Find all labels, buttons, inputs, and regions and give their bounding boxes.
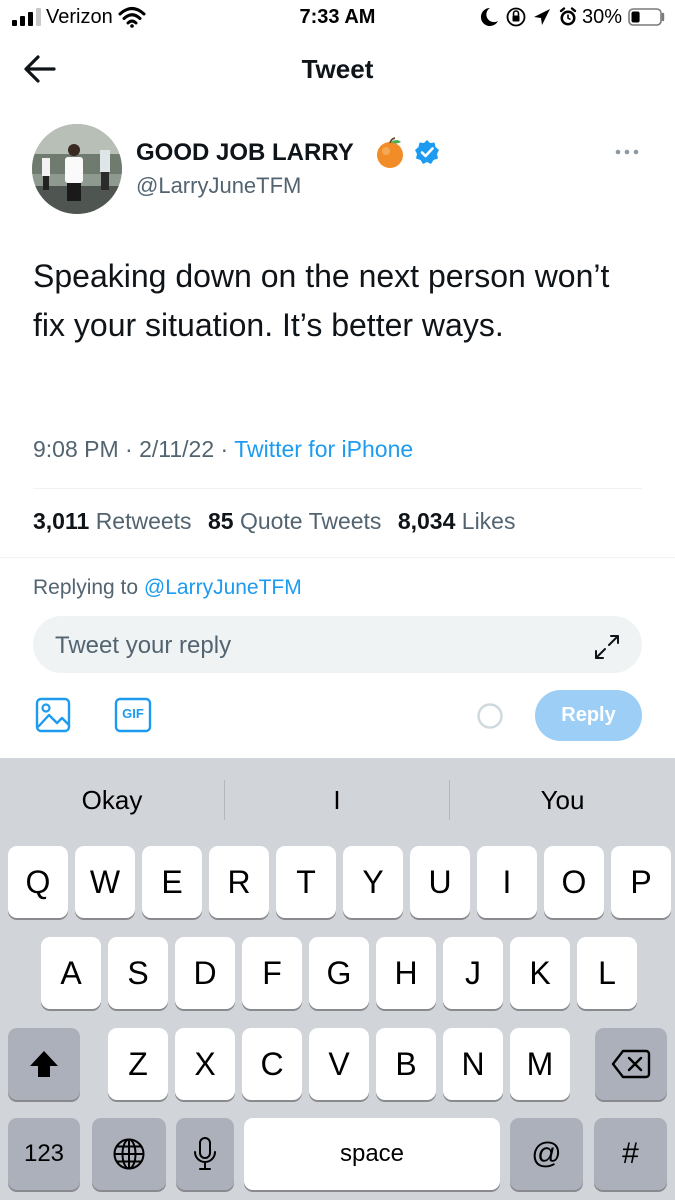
verified-badge-icon — [415, 140, 439, 164]
tweet-source-link[interactable]: Twitter for iPhone — [234, 436, 413, 462]
prediction-3[interactable]: You — [450, 758, 675, 842]
display-name[interactable]: GOOD JOB LARRY — [136, 139, 354, 167]
replying-to-mention[interactable]: @LarryJuneTFM — [144, 576, 302, 599]
microphone-icon — [194, 1137, 216, 1170]
expand-icon[interactable] — [592, 632, 622, 662]
key-z[interactable]: Z — [108, 1028, 168, 1100]
gif-button[interactable]: GIF — [114, 697, 152, 733]
key-l[interactable]: L — [577, 937, 637, 1009]
shift-key[interactable] — [8, 1028, 80, 1100]
space-key[interactable]: space — [244, 1118, 500, 1190]
key-d[interactable]: D — [175, 937, 235, 1009]
numbers-key[interactable]: 123 — [8, 1118, 80, 1190]
status-bar: Verizon 7:33 AM 30% — [0, 0, 675, 36]
key-x[interactable]: X — [175, 1028, 235, 1100]
character-count-ring-icon — [477, 703, 503, 729]
key-q[interactable]: Q — [8, 846, 68, 918]
key-k[interactable]: K — [510, 937, 570, 1009]
key-v[interactable]: V — [309, 1028, 369, 1100]
key-o[interactable]: O — [544, 846, 604, 918]
key-s[interactable]: S — [108, 937, 168, 1009]
user-handle[interactable]: @LarryJuneTFM — [136, 173, 301, 199]
reply-input-container[interactable] — [33, 616, 642, 675]
key-u[interactable]: U — [410, 846, 470, 918]
alarm-icon — [559, 7, 577, 26]
delete-key[interactable] — [595, 1028, 667, 1100]
globe-key[interactable] — [92, 1118, 166, 1190]
separator: · — [220, 436, 229, 462]
key-p[interactable]: P — [611, 846, 671, 918]
key-g[interactable]: G — [309, 937, 369, 1009]
key-y[interactable]: Y — [343, 846, 403, 918]
status-icons — [480, 7, 577, 27]
battery-icon — [628, 8, 665, 26]
replying-to-label: Replying to @LarryJuneTFM — [33, 576, 302, 599]
orange-emoji-icon — [377, 137, 403, 168]
key-b[interactable]: B — [376, 1028, 436, 1100]
reply-input[interactable] — [53, 616, 577, 675]
key-j[interactable]: J — [443, 937, 503, 1009]
tweet-time: 9:08 PM — [33, 436, 119, 462]
predictive-text-bar: Okay I You — [0, 758, 675, 842]
image-icon[interactable] — [35, 697, 71, 733]
prediction-1[interactable]: Okay — [0, 758, 224, 842]
tweet-text: Speaking down on the next person won’t f… — [33, 258, 610, 343]
key-a[interactable]: A — [41, 937, 101, 1009]
tweet-date: 2/11/22 — [139, 436, 215, 462]
key-e[interactable]: E — [142, 846, 202, 918]
at-key[interactable]: @ — [510, 1118, 583, 1190]
key-n[interactable]: N — [443, 1028, 503, 1100]
quote-tweets-stat[interactable]: 85 Quote Tweets — [208, 508, 381, 534]
key-i[interactable]: I — [477, 846, 537, 918]
hash-key[interactable]: # — [594, 1118, 667, 1190]
globe-icon — [113, 1138, 145, 1170]
divider — [33, 488, 642, 489]
key-w[interactable]: W — [75, 846, 135, 918]
key-r[interactable]: R — [209, 846, 269, 918]
separator: · — [125, 436, 133, 462]
likes-stat[interactable]: 8,034 Likes — [398, 508, 516, 534]
divider — [0, 557, 675, 558]
tweet-stats: 3,011 Retweets 85 Quote Tweets 8,034 Lik… — [33, 508, 525, 535]
backspace-icon — [611, 1049, 651, 1079]
moon-icon — [480, 7, 498, 26]
tweet-metadata: 9:08 PM · 2/11/22 · Twitter for iPhone — [33, 436, 413, 463]
dictation-key[interactable] — [176, 1118, 234, 1190]
key-c[interactable]: C — [242, 1028, 302, 1100]
key-m[interactable]: M — [510, 1028, 570, 1100]
avatar[interactable] — [32, 124, 122, 214]
key-f[interactable]: F — [242, 937, 302, 1009]
more-options-icon[interactable] — [612, 142, 642, 162]
reply-button[interactable]: Reply — [535, 690, 642, 741]
location-icon — [534, 9, 550, 25]
shift-arrow-icon — [30, 1051, 58, 1077]
key-t[interactable]: T — [276, 846, 336, 918]
battery-percent: 30% — [582, 6, 623, 28]
prediction-2[interactable]: I — [225, 758, 449, 842]
page-title: Tweet — [301, 54, 374, 84]
retweets-stat[interactable]: 3,011 Retweets — [33, 508, 192, 534]
key-h[interactable]: H — [376, 937, 436, 1009]
orientation-lock-icon — [506, 7, 526, 27]
